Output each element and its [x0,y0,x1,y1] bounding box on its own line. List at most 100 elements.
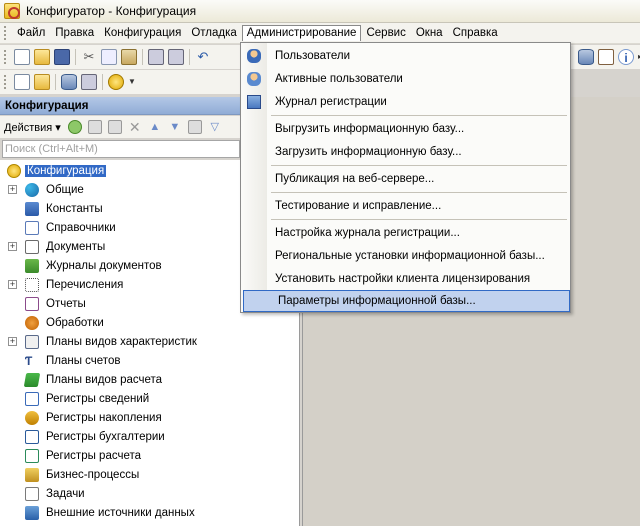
tree-item-label: Журналы документов [46,259,162,272]
toolbar-grip[interactable] [4,75,7,89]
expand-icon[interactable]: + [8,242,17,251]
constants-icon [25,201,39,216]
menu-item-label: Тестирование и исправление... [275,200,442,212]
edit-icon[interactable] [87,120,102,134]
move-up-icon[interactable]: ▲ [148,120,162,134]
update-database-icon[interactable] [61,74,77,90]
configuration-icon [7,163,21,178]
tree-item-label: Регистры расчета [46,449,142,462]
copy-item-icon[interactable] [107,120,122,134]
tree-root-label: Конфигурация [25,164,107,177]
menu-item-event-log-settings[interactable]: Настройка журнала регистрации... [241,222,570,244]
expand-icon[interactable]: + [8,185,17,194]
menu-windows[interactable]: Окна [411,25,448,41]
expand-icon[interactable]: + [8,280,17,289]
delete-icon[interactable]: ✕ [128,120,142,134]
tree-item-label: Планы счетов [46,354,121,367]
syntax-helper-icon[interactable] [598,49,614,65]
sort-icon[interactable] [187,120,202,134]
tree-item-accounting-registers[interactable]: Регистры бухгалтерии [0,427,299,446]
menu-item-label: Параметры информационной базы... [278,295,476,307]
filter-icon[interactable]: ▽ [208,120,222,134]
menu-help[interactable]: Справка [448,25,503,41]
toolbar-grip[interactable] [4,50,7,64]
menu-file[interactable]: Файл [12,25,50,41]
tree-item-data-processors[interactable]: Обработки [0,313,299,332]
data-processors-icon [25,315,39,330]
actions-menu-button[interactable]: Действия ▾ [4,121,61,134]
properties-icon[interactable] [81,74,97,90]
menu-item-active-users[interactable]: Активные пользователи [241,68,570,90]
expand-icon[interactable]: + [8,337,17,346]
tree-item-characteristic-types[interactable]: + Планы видов характеристик [0,332,299,351]
calculation-registers-icon [25,448,39,463]
new-document-icon[interactable] [14,49,30,65]
menu-edit[interactable]: Правка [50,25,99,41]
tree-item-label: Внешние источники данных [46,506,195,519]
tree-item-charts-of-accounts[interactable]: Ƭ Планы счетов [0,351,299,370]
tree-item-label: Обработки [46,316,104,329]
menu-item-licensing-client-settings[interactable]: Установить настройки клиента лицензирова… [241,268,570,290]
cut-icon[interactable]: ✂ [81,49,97,65]
save-icon[interactable] [54,49,70,65]
catalogs-icon [25,220,39,235]
move-down-icon[interactable]: ▼ [168,120,182,134]
paste-icon[interactable] [121,49,137,65]
database-icon[interactable] [578,49,594,65]
tasks-icon [25,486,39,501]
search-input[interactable]: Поиск (Ctrl+Alt+M) [2,140,240,158]
title-bar: Конфигуратор - Конфигурация [0,0,640,23]
tree-item-calculation-registers[interactable]: Регистры расчета [0,446,299,465]
menu-item-infobase-parameters[interactable]: Параметры информационной базы... [243,290,570,312]
tree-item-label: Отчеты [46,297,86,310]
right-toolbar: i ▸ [576,45,640,69]
copy-icon[interactable] [101,49,117,65]
tree-item-tasks[interactable]: Задачи [0,484,299,503]
start-debugging-icon[interactable] [108,74,124,90]
print-icon[interactable] [148,49,164,65]
menu-item-dump-infobase[interactable]: Выгрузить информационную базу... [241,118,570,140]
tree-item-label: Документы [46,240,106,253]
open-config-icon[interactable] [34,74,50,90]
event-log-icon [247,95,261,109]
info-icon[interactable]: i [618,49,634,65]
print-preview-icon[interactable] [168,49,184,65]
tree-item-information-registers[interactable]: Регистры сведений [0,389,299,408]
window-title: Конфигуратор - Конфигурация [26,4,197,18]
menu-administration[interactable]: Администрирование [241,25,362,41]
actions-label: Действия [4,121,53,134]
tree-item-label: Бизнес-процессы [46,468,140,481]
tree-item-label: Регистры накопления [46,411,162,424]
menu-debug[interactable]: Отладка [186,25,241,41]
menu-item-event-log[interactable]: Журнал регистрации [241,91,570,113]
menu-configuration[interactable]: Конфигурация [99,25,186,41]
toolbar-separator [189,49,190,65]
menu-item-label: Журнал регистрации [275,96,387,108]
tree-item-accumulation-registers[interactable]: Регистры накопления [0,408,299,427]
tree-item-external-data-sources[interactable]: Внешние источники данных [0,503,299,522]
accounting-registers-icon [25,429,39,444]
secondary-toolbar: ▼ [0,70,240,94]
menu-item-users[interactable]: Пользователи [241,45,570,67]
menu-item-regional-settings[interactable]: Региональные установки информационной ба… [241,245,570,267]
menubar-grip[interactable] [4,26,7,40]
menu-item-label: Пользователи [275,50,351,62]
tree-item-business-processes[interactable]: Бизнес-процессы [0,465,299,484]
menu-item-test-and-repair[interactable]: Тестирование и исправление... [241,195,570,217]
config-window-icon[interactable] [14,74,30,90]
menu-item-web-publishing[interactable]: Публикация на веб-сервере... [241,168,570,190]
open-folder-icon[interactable] [34,49,50,65]
chevron-down-icon[interactable]: ▼ [128,74,144,90]
add-icon[interactable] [67,120,82,134]
menu-service[interactable]: Сервис [361,25,410,41]
tree-item-label: Задачи [46,487,85,500]
undo-icon[interactable]: ↶ [195,49,211,65]
menu-item-label: Региональные установки информационной ба… [275,250,545,262]
tree-item-label: Справочники [46,221,116,234]
active-users-icon [247,72,261,86]
menu-item-label: Публикация на веб-сервере... [275,173,435,185]
common-icon [25,182,39,197]
calculation-types-icon [23,372,41,387]
tree-item-calculation-types[interactable]: Планы видов расчета [0,370,299,389]
menu-item-load-infobase[interactable]: Загрузить информационную базу... [241,141,570,163]
